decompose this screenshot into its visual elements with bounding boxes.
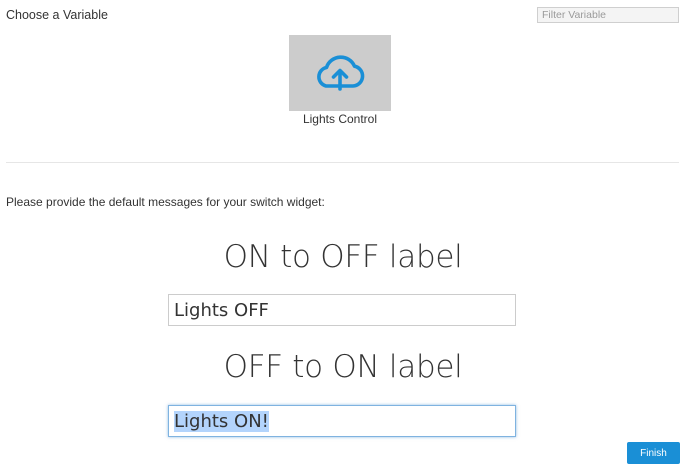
variable-wizard-page: Choose a Variable Lights Control Please … (0, 0, 686, 469)
cloud-upload-icon (312, 48, 368, 99)
off-to-on-heading: OFF to ON label (223, 349, 463, 385)
page-title: Choose a Variable (6, 8, 108, 22)
finish-button[interactable]: Finish (627, 442, 680, 464)
filter-variable-input[interactable] (537, 7, 679, 23)
variable-tile[interactable] (289, 35, 391, 111)
variable-label: Lights Control (302, 112, 378, 126)
divider (6, 162, 679, 163)
on-to-off-heading: ON to OFF label (223, 239, 463, 275)
off-to-on-input[interactable] (168, 405, 516, 437)
on-to-off-input[interactable] (168, 294, 516, 326)
variable-card-lights-control[interactable]: Lights Control (289, 35, 391, 126)
instructions-text: Please provide the default messages for … (6, 195, 325, 209)
